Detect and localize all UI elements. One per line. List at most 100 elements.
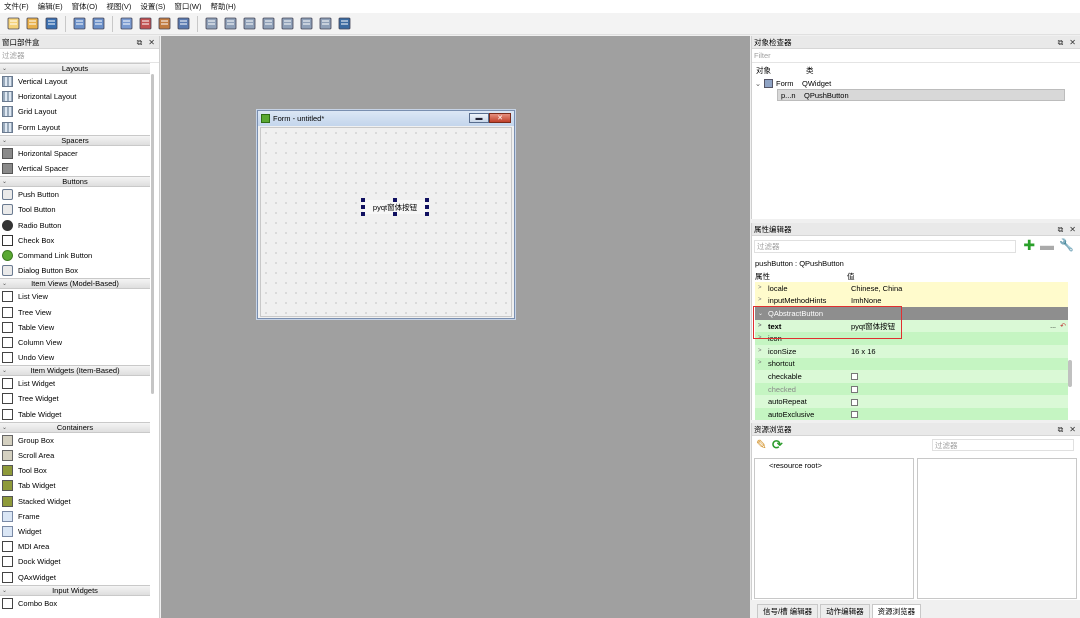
widget-box-item[interactable]: Frame xyxy=(0,509,150,524)
chevron-down-icon[interactable]: ⌄ xyxy=(752,79,764,88)
property-checkbox[interactable] xyxy=(851,411,858,419)
resource-tree-pane[interactable]: <resource root> xyxy=(754,458,914,599)
property-checkbox[interactable] xyxy=(851,398,858,406)
bottom-tab[interactable]: 信号/槽 编辑器 xyxy=(757,604,819,618)
widget-box-item[interactable]: Radio Button xyxy=(0,218,150,233)
widget-box-item[interactable]: Stacked Widget xyxy=(0,494,150,509)
widget-box-item[interactable]: Undo View xyxy=(0,350,150,365)
widget-box-item[interactable]: List View xyxy=(0,289,150,304)
widget-box-item[interactable]: Horizontal Layout xyxy=(0,89,150,104)
resize-handle[interactable] xyxy=(393,198,397,202)
layout-grid-button[interactable] xyxy=(278,15,296,33)
widget-box-item[interactable]: Dock Widget xyxy=(0,554,150,569)
reload-icon[interactable]: ⟳ xyxy=(772,437,783,453)
close-dock-icon[interactable]: ✕ xyxy=(1069,225,1076,234)
widget-box-item[interactable]: Horizontal Spacer xyxy=(0,146,150,161)
widget-category-header[interactable]: ⌄ Containers xyxy=(0,421,150,433)
widget-box-item[interactable]: Push Button xyxy=(0,187,150,202)
tree-row-pushbutton[interactable]: p...n QPushButton xyxy=(777,89,1065,101)
configure-wrench-icon[interactable]: 🔧 xyxy=(1059,238,1074,252)
resize-handle[interactable] xyxy=(425,198,429,202)
layout-vertical-button[interactable] xyxy=(221,15,239,33)
widget-category-header[interactable]: ⌄ Item Widgets (Item-Based) xyxy=(0,365,150,377)
new-file-button[interactable] xyxy=(4,15,22,33)
widget-box-item[interactable]: Tool Button xyxy=(0,202,150,217)
tile-windows-button[interactable] xyxy=(89,15,107,33)
menu-item[interactable]: 设置(S) xyxy=(136,1,170,12)
resource-root-item[interactable]: <resource root> xyxy=(755,459,913,470)
edit-resources-pencil-icon[interactable]: ✎ xyxy=(756,437,767,453)
widget-box-item[interactable]: Table Widget xyxy=(0,407,150,422)
edit-tab-order-button[interactable] xyxy=(174,15,192,33)
break-layout-button[interactable] xyxy=(316,15,334,33)
chevron-right-icon[interactable]: > xyxy=(758,360,762,366)
widget-box-item[interactable]: Table View xyxy=(0,320,150,335)
resize-handle[interactable] xyxy=(425,212,429,216)
layout-vertical-splitter-button[interactable] xyxy=(259,15,277,33)
menu-item[interactable]: 窗口(W) xyxy=(170,1,206,12)
chevron-right-icon[interactable]: > xyxy=(758,285,762,291)
close-dock-icon[interactable]: ✕ xyxy=(1069,425,1076,434)
minimize-button[interactable]: ▬ xyxy=(469,113,489,123)
edit-widgets-button[interactable] xyxy=(117,15,135,33)
layout-horizontal-button[interactable] xyxy=(202,15,220,33)
widget-box-item[interactable]: Form Layout xyxy=(0,120,150,135)
widget-box-item[interactable]: Grid Layout xyxy=(0,104,150,119)
resize-handle[interactable] xyxy=(361,205,365,209)
bottom-tab[interactable]: 动作编辑器 xyxy=(820,604,870,618)
float-dock-icon[interactable]: ⧉ xyxy=(1058,425,1064,435)
widget-box-item[interactable]: Column View xyxy=(0,335,150,350)
property-checkbox[interactable] xyxy=(851,386,858,394)
widget-box-item[interactable]: Tab Widget xyxy=(0,478,150,493)
property-row[interactable]: > shortcut xyxy=(755,357,1068,371)
property-row[interactable]: > iconSize 16 x 16 xyxy=(755,344,1068,358)
object-filter-input[interactable]: Filter xyxy=(752,49,1080,63)
widget-box-item[interactable]: QAxWidget xyxy=(0,569,150,584)
menu-item[interactable]: 文件(F) xyxy=(0,1,34,12)
menu-item[interactable]: 窗体(O) xyxy=(68,1,103,12)
resize-handle[interactable] xyxy=(361,212,365,216)
widget-box-item[interactable]: Tool Box xyxy=(0,463,150,478)
close-dock-icon[interactable]: ✕ xyxy=(148,38,155,47)
close-button[interactable]: ✕ xyxy=(489,113,511,123)
widget-box-item[interactable]: Scroll Area xyxy=(0,448,150,463)
save-button[interactable] xyxy=(42,15,60,33)
chevron-right-icon[interactable]: > xyxy=(758,348,762,354)
resource-filter-input[interactable]: 过滤器 xyxy=(932,439,1074,451)
widget-category-header[interactable]: ⌄ Buttons xyxy=(0,176,150,188)
form-body[interactable]: pyqt窗体按钮 xyxy=(260,127,512,317)
menu-item[interactable]: 帮助(H) xyxy=(207,1,241,12)
widget-category-header[interactable]: ⌄ Item Views (Model-Based) xyxy=(0,278,150,290)
property-row[interactable]: checkable xyxy=(755,370,1068,383)
widget-box-item[interactable]: Combo Box xyxy=(0,596,150,611)
widget-box-item[interactable]: List Widget xyxy=(0,376,150,391)
widget-box-item[interactable]: Check Box xyxy=(0,233,150,248)
form-window[interactable]: Form - untitled* ▬ ✕ pyqt窗体按钮 xyxy=(257,110,515,319)
float-dock-icon[interactable]: ⧉ xyxy=(1058,225,1064,235)
cascade-windows-button[interactable] xyxy=(70,15,88,33)
edit-signals-slots-button[interactable] xyxy=(136,15,154,33)
add-property-icon[interactable]: ✚ xyxy=(1023,238,1035,252)
widget-box-item[interactable]: MDI Area xyxy=(0,539,150,554)
property-row[interactable]: > locale Chinese, China xyxy=(755,282,1068,295)
close-dock-icon[interactable]: ✕ xyxy=(1069,38,1076,47)
more-options-button[interactable]: ... xyxy=(1050,323,1056,330)
menu-item[interactable]: 编辑(E) xyxy=(34,1,68,12)
property-row[interactable]: autoRepeat xyxy=(755,395,1068,408)
widget-box-filter-input[interactable]: 过滤器 xyxy=(0,49,159,63)
property-editor-scrollbar[interactable] xyxy=(1068,360,1072,387)
property-row[interactable]: checked xyxy=(755,382,1068,396)
form-window-titlebar[interactable]: Form - untitled* ▬ ✕ xyxy=(258,111,514,126)
open-folder-button[interactable] xyxy=(23,15,41,33)
float-dock-icon[interactable]: ⧉ xyxy=(137,38,143,48)
widget-box-item[interactable]: Group Box xyxy=(0,433,150,448)
float-dock-icon[interactable]: ⧉ xyxy=(1058,38,1064,48)
widget-category-header[interactable]: ⌄ Input Widgets xyxy=(0,584,150,596)
property-filter-input[interactable]: 过滤器 xyxy=(754,239,1016,253)
widget-category-header[interactable]: ⌄ Spacers xyxy=(0,134,150,146)
resize-handle[interactable] xyxy=(361,198,365,202)
widget-box-item[interactable]: Vertical Layout xyxy=(0,74,150,89)
property-checkbox[interactable] xyxy=(851,373,858,381)
resize-handle[interactable] xyxy=(425,205,429,209)
resource-files-pane[interactable] xyxy=(917,458,1077,599)
